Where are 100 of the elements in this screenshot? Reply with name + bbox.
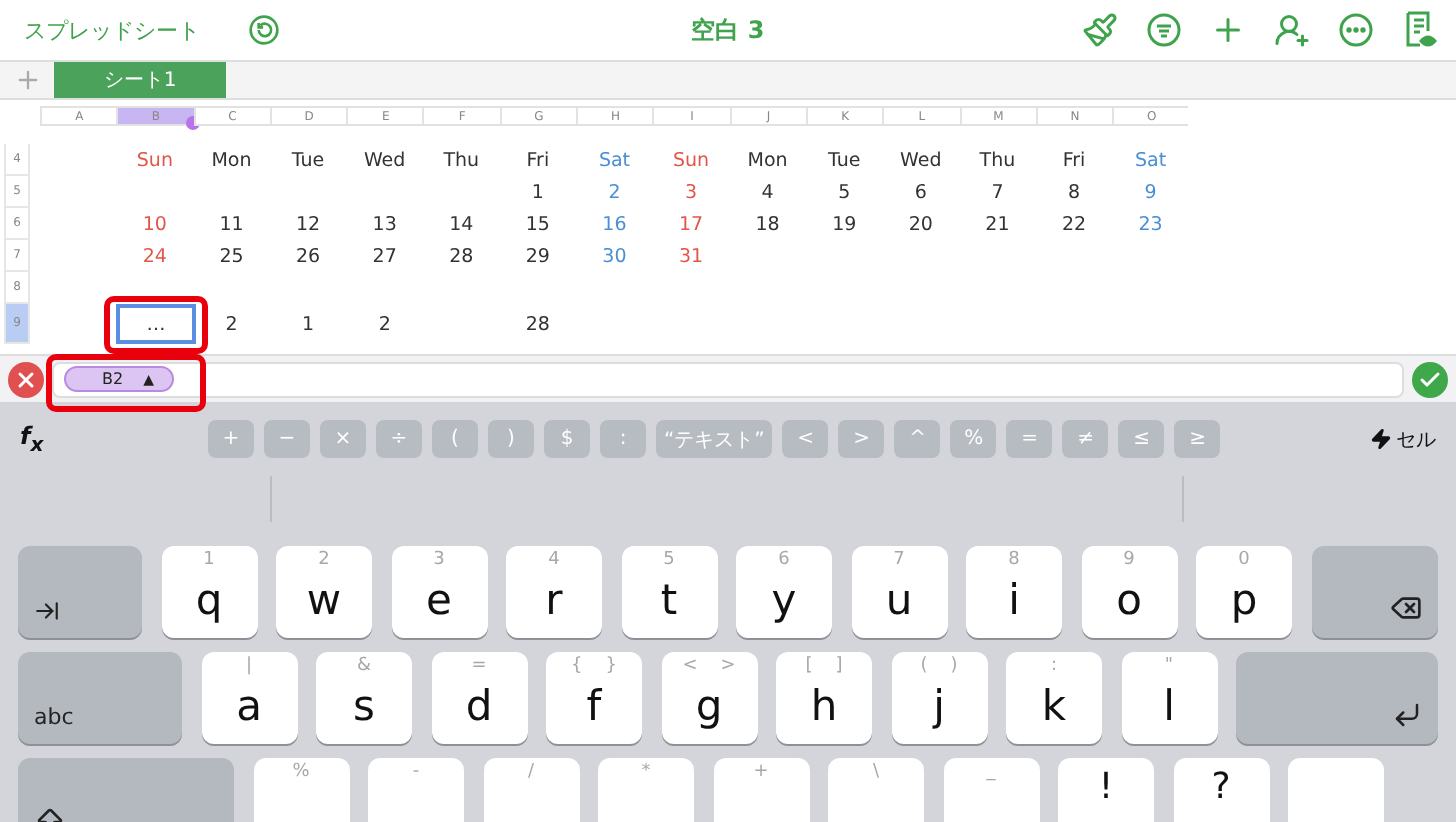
table-cell-text: 5 <box>836 179 853 207</box>
table-cell-text: 19 <box>830 211 859 239</box>
operator-key[interactable]: + <box>208 420 254 458</box>
table-cell-text: 17 <box>676 211 706 239</box>
table-cell-text: Wed <box>361 147 408 175</box>
confirm-button[interactable] <box>1412 361 1448 397</box>
table-cell-text: 27 <box>370 243 399 271</box>
letter-key[interactable]: + <box>713 758 809 822</box>
table-cell-text: Wed <box>898 147 944 175</box>
operator-key[interactable]: : <box>600 420 646 458</box>
operator-key[interactable]: < <box>782 420 829 458</box>
letter-key[interactable]: { } f <box>546 652 642 744</box>
table-cell-text: 26 <box>293 243 323 271</box>
back-link[interactable]: スプレッドシート <box>24 15 200 45</box>
table-cell-text: 20 <box>906 211 935 239</box>
operator-key[interactable]: ) <box>488 420 534 458</box>
person-plus-icon[interactable] <box>1274 12 1310 48</box>
letter-key[interactable]: " l <box>1121 652 1217 744</box>
table-cell-text: Mon <box>745 147 790 175</box>
table-cell-text: 23 <box>1136 211 1165 239</box>
letter-key[interactable]: 6 y <box>736 546 832 638</box>
symbol-key[interactable]: ? <box>1173 758 1269 822</box>
table-cell-text: Sat <box>1133 147 1169 175</box>
table-cell-text: 12 <box>293 211 323 239</box>
letter-key[interactable]: % <box>253 758 349 822</box>
letter-key[interactable]: | a <box>201 652 297 744</box>
table-cell-text: Fri <box>524 147 552 175</box>
operator-key[interactable]: ( <box>432 420 478 458</box>
letter-key[interactable]: 8 i <box>966 546 1062 638</box>
symbol-key[interactable]: ! <box>1058 758 1154 822</box>
document-title: 空白 3 <box>691 13 765 47</box>
table-cell-text: Sat <box>596 147 633 175</box>
letter-key[interactable]: < > g <box>661 652 757 744</box>
undo-icon[interactable] <box>248 14 280 46</box>
letter-key[interactable]: * <box>598 758 694 822</box>
lightning-icon <box>1370 428 1392 450</box>
letter-key[interactable]: 5 t <box>621 546 717 638</box>
cell-mode-button[interactable]: セル <box>1370 425 1436 453</box>
operator-key[interactable]: “テキスト” <box>656 420 773 458</box>
letter-key[interactable]: 7 u <box>851 546 947 638</box>
letter-key[interactable]: _ <box>943 758 1039 822</box>
return-icon <box>1392 700 1422 730</box>
table-cell-text: Mon <box>209 147 254 175</box>
document-eye-icon[interactable] <box>1402 10 1438 50</box>
table-cell-text: 2 <box>376 311 393 339</box>
paintbrush-icon[interactable] <box>1082 12 1118 48</box>
table-cell-text: 11 <box>217 211 246 239</box>
add-sheet-icon[interactable] <box>13 66 41 94</box>
checkmark-icon[interactable] <box>1418 367 1442 391</box>
close-icon[interactable] <box>14 367 38 391</box>
letter-key[interactable]: 4 r <box>506 546 602 638</box>
operator-key[interactable]: > <box>838 420 885 458</box>
table-cell-text: 1 <box>300 311 317 339</box>
table-cell-text: 6 <box>912 179 929 207</box>
letter-key[interactable]: 1 q <box>161 546 257 638</box>
table-cell-text: 7 <box>989 179 1006 207</box>
operator-key[interactable]: $ <box>544 420 590 458</box>
letter-key[interactable]: - <box>368 758 464 822</box>
letter-key[interactable]: 9 o <box>1081 546 1177 638</box>
letter-key[interactable]: 2 w <box>276 546 372 638</box>
table-cell-text: 31 <box>676 243 706 271</box>
operator-key[interactable]: = <box>1006 420 1053 458</box>
operator-key[interactable]: ≠ <box>1062 420 1109 458</box>
table-cell-text: 21 <box>983 211 1012 239</box>
letter-key[interactable]: / <box>483 758 579 822</box>
more-icon[interactable] <box>1338 12 1374 48</box>
table-cell-text: 24 <box>140 243 169 271</box>
letter-key[interactable]: ( ) j <box>891 652 987 744</box>
operator-key[interactable]: ≤ <box>1118 420 1165 458</box>
letter-key[interactable]: 0 p <box>1196 546 1292 638</box>
table-cell-text: 15 <box>523 211 552 239</box>
cancel-button[interactable] <box>8 361 44 397</box>
table-cell-text: 30 <box>600 243 629 271</box>
operator-key[interactable]: × <box>320 420 366 458</box>
backspace-key[interactable] <box>1311 546 1438 638</box>
operator-key[interactable]: − <box>264 420 310 458</box>
lines-circle-icon[interactable] <box>1146 12 1182 48</box>
table-cell-text: Sun <box>134 147 175 175</box>
table-cell-text: Fri <box>1060 147 1088 175</box>
letter-key[interactable]: = d <box>431 652 527 744</box>
table-cell-text: 4 <box>759 179 776 207</box>
operator-key[interactable]: ÷ <box>376 420 422 458</box>
letter-key[interactable]: : k <box>1006 652 1102 744</box>
table-cell-text: 25 <box>217 243 246 271</box>
table-cell-text: 18 <box>753 211 782 239</box>
table-cell-text: 2 <box>223 311 240 339</box>
function-button[interactable]: f$_{x}$ <box>20 421 208 457</box>
table-cell-text: 29 <box>523 243 552 271</box>
sheet-tab[interactable]: シート1 <box>54 62 226 98</box>
letter-key[interactable]: & s <box>316 652 412 744</box>
abc-key[interactable]: abc <box>18 652 182 744</box>
letter-key[interactable]: [ ] h <box>776 652 872 744</box>
table-cell-text: Thu <box>441 147 482 175</box>
operator-key[interactable]: ≥ <box>1174 420 1221 458</box>
add-icon[interactable] <box>1210 12 1246 48</box>
operator-key[interactable]: % <box>950 420 997 458</box>
letter-key[interactable]: \ <box>828 758 924 822</box>
operator-key[interactable]: ^ <box>894 420 941 458</box>
letter-key[interactable]: 3 e <box>391 546 487 638</box>
tab-arrow-icon <box>34 598 60 624</box>
